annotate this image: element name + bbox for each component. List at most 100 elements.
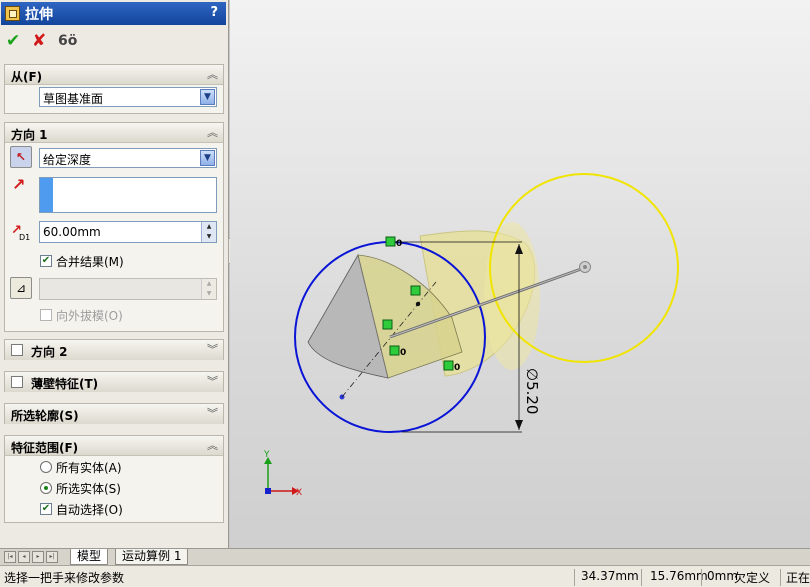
scope-option-label: 所有实体(A) — [56, 461, 122, 475]
selected-contours-header[interactable]: 所选轮廓(S) ︾ — [5, 404, 223, 424]
relation-tag: 0 — [396, 239, 402, 249]
status-edit-mode: 正在 — [786, 571, 810, 585]
prev-tab-icon[interactable]: ◂ — [18, 551, 30, 563]
status-definition-state: 欠定义 — [734, 571, 771, 585]
checkbox-box[interactable]: ✔ — [40, 255, 52, 267]
property-manager: 拉伸 ? ✔ ✘ 6ö 从(F) ︽ 草图基准面 ▼ 方向 1 ︽ ↖ 给定深度… — [0, 0, 229, 548]
selection-focus-bar — [40, 178, 53, 212]
from-group: 从(F) ︽ 草图基准面 ▼ — [4, 64, 224, 114]
direction2-checkbox[interactable] — [11, 344, 23, 356]
dropdown-arrow-icon[interactable]: ▼ — [200, 150, 215, 166]
triad-x-label: X — [296, 488, 302, 498]
thin-feature-title: 薄壁特征(T) — [31, 377, 99, 391]
thin-feature-checkbox[interactable] — [11, 376, 23, 388]
relation-marker-icon[interactable] — [382, 319, 393, 330]
relation-marker-icon[interactable] — [389, 345, 400, 356]
next-tab-icon[interactable]: ▸ — [32, 551, 44, 563]
ok-check-icon[interactable]: ✔ — [6, 31, 20, 51]
selected-contours-title: 所选轮廓(S) — [11, 409, 79, 423]
reverse-direction-button[interactable]: ↖ — [10, 146, 32, 168]
radio-button[interactable] — [40, 461, 52, 473]
spin-up-icon[interactable]: ▲ — [201, 222, 216, 232]
status-bar: 选择一把手来修改参数 34.37mm 15.76mm 0mm 欠定义 正在 — [0, 565, 810, 587]
thin-feature-group: 薄壁特征(T) ︾ — [4, 371, 224, 392]
direction1-group: 方向 1 ︽ ↖ 给定深度 ▼ ↗ ↗ D1 60.00mm ▲ ▼ ✔ 合并结… — [4, 122, 224, 332]
reverse-direction-icon: ↖ — [15, 150, 27, 164]
auto-select-checkbox[interactable]: ✔ 自动选择(O) — [40, 501, 210, 517]
first-tab-icon[interactable]: |◂ — [4, 551, 16, 563]
status-separator — [701, 569, 702, 586]
end-condition-select[interactable]: 给定深度 ▼ — [39, 148, 217, 168]
feature-scope-header[interactable]: 特征范围(F) ︽ — [5, 436, 223, 456]
start-condition-value: 草图基准面 — [43, 92, 104, 106]
bottom-tab-bar: |◂ ◂ ▸ ▸| 模型 运动算例 1 — [0, 548, 810, 565]
model-view-canvas[interactable]: ∅5.20 0 0 0 Y X — [230, 0, 810, 548]
expand-chevron-icon[interactable]: ︾ — [207, 341, 218, 357]
draft-outward-label: 向外拔模(O) — [56, 309, 123, 323]
direction-selection-box[interactable] — [39, 177, 217, 213]
collapse-chevron-icon[interactable]: ︽ — [207, 437, 218, 453]
draft-toggle-button[interactable]: ⊿ — [10, 277, 32, 299]
start-condition-select[interactable]: 草图基准面 ▼ — [39, 87, 217, 107]
direction2-title: 方向 2 — [31, 345, 68, 359]
triad-y-label: Y — [263, 450, 270, 460]
last-tab-icon[interactable]: ▸| — [46, 551, 58, 563]
status-separator — [780, 569, 781, 586]
property-manager-title-bar: 拉伸 ? — [1, 2, 226, 25]
depth-value: 60.00mm — [43, 225, 101, 239]
spin-up-icon[interactable]: ▲ — [201, 279, 216, 289]
draft-angle-input[interactable]: ▲ ▼ — [39, 278, 217, 300]
direction1-header[interactable]: 方向 1 ︽ — [5, 123, 223, 143]
status-x-coordinate: 34.37mm — [581, 569, 639, 583]
draft-outward-checkbox[interactable]: 向外拔模(O) — [40, 307, 210, 323]
from-group-header[interactable]: 从(F) ︽ — [5, 65, 223, 85]
tab-model[interactable]: 模型 — [70, 549, 109, 565]
depth-handle-knob-center — [583, 265, 587, 269]
depth-icon-label: D1 — [19, 233, 31, 242]
direction2-header[interactable]: 方向 2 ︾ — [5, 340, 223, 360]
direction-vector-icon: ↗ — [12, 175, 26, 194]
sketch-midpoint[interactable] — [415, 301, 421, 307]
spin-down-icon[interactable]: ▼ — [201, 289, 216, 299]
feature-scope-title: 特征范围(F) — [11, 441, 79, 455]
end-condition-value: 给定深度 — [43, 153, 92, 167]
checkbox-box[interactable] — [40, 309, 52, 321]
direction1-title: 方向 1 — [11, 128, 48, 142]
radio-button[interactable] — [40, 482, 52, 494]
feature-title: 拉伸 — [25, 7, 53, 23]
relation-marker-icon[interactable] — [443, 360, 454, 371]
relation-marker-icon[interactable] — [410, 285, 421, 296]
merge-result-checkbox[interactable]: ✔ 合并结果(M) — [40, 253, 210, 269]
scope-option-selected-bodies[interactable]: 所选实体(S) — [40, 480, 210, 496]
relation-tag: 0 — [400, 348, 406, 358]
thin-feature-header[interactable]: 薄壁特征(T) ︾ — [5, 372, 223, 392]
from-group-title: 从(F) — [11, 70, 43, 84]
status-separator — [641, 569, 642, 586]
dropdown-arrow-icon[interactable]: ▼ — [200, 89, 215, 105]
collapse-chevron-icon[interactable]: ︽ — [207, 66, 218, 82]
scope-option-all-bodies[interactable]: 所有实体(A) — [40, 459, 210, 475]
status-y-coordinate: 15.76mm — [650, 569, 708, 583]
auto-select-label: 自动选择(O) — [56, 503, 123, 517]
expand-chevron-icon[interactable]: ︾ — [207, 405, 218, 421]
diameter-dimension-label[interactable]: ∅5.20 — [523, 368, 541, 414]
tab-motion-study[interactable]: 运动算例 1 — [115, 549, 189, 565]
status-separator — [574, 569, 575, 586]
graphics-area[interactable]: ∅5.20 0 0 0 Y X — [230, 0, 810, 548]
spin-down-icon[interactable]: ▼ — [201, 232, 216, 242]
extrude-feature-icon — [5, 6, 20, 21]
selected-contours-group: 所选轮廓(S) ︾ — [4, 403, 224, 424]
relation-marker-icon[interactable] — [385, 236, 396, 247]
checkbox-box[interactable]: ✔ — [40, 503, 52, 515]
merge-result-label: 合并结果(M) — [56, 255, 124, 269]
detailed-preview-icon[interactable]: 6ö — [58, 33, 77, 49]
depth-input[interactable]: 60.00mm ▲ ▼ — [39, 221, 217, 243]
collapse-chevron-icon[interactable]: ︽ — [207, 124, 218, 140]
feature-scope-group: 特征范围(F) ︽ 所有实体(A) 所选实体(S) ✔ 自动选择(O) — [4, 435, 224, 523]
triad-origin — [265, 488, 271, 494]
relation-tag: 0 — [454, 363, 460, 373]
expand-chevron-icon[interactable]: ︾ — [207, 373, 218, 389]
help-button[interactable]: ? — [210, 5, 218, 20]
dimension-arrow-bottom — [515, 420, 523, 430]
cancel-x-icon[interactable]: ✘ — [32, 31, 46, 51]
